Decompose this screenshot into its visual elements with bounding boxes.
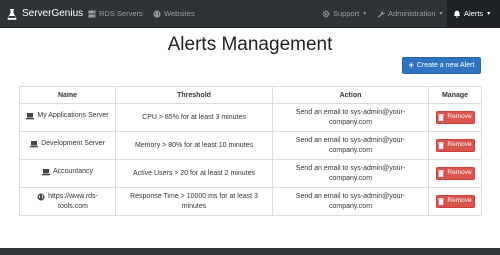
remove-label: Remove	[447, 113, 472, 120]
action-cell: Send an email to sys-admin@your-company.…	[272, 187, 429, 216]
laptop-icon	[30, 141, 39, 148]
wrench-icon	[377, 10, 385, 18]
alert-name: My Applications Server	[37, 112, 109, 119]
action-cell: Send an email to sys-admin@your-company.…	[272, 159, 429, 188]
action-text: company.com	[328, 146, 373, 154]
table-row: Development Server Memory > 80% for at l…	[19, 131, 482, 160]
nav-alerts-label: Alerts	[464, 9, 484, 18]
action-cell: Send an email to sys-admin@your-company.…	[272, 131, 429, 160]
table-row: My Applications Server CPU > 85% for at …	[19, 103, 482, 132]
nav-administration-label: Administration	[388, 9, 436, 18]
nav-alerts[interactable]: Alerts ▾	[447, 0, 500, 27]
remove-label: Remove	[447, 169, 472, 176]
threshold-cell: CPU > 85% for at least 3 minutes	[115, 103, 273, 132]
content-panel: Alerts Management + Create a new Alert N…	[0, 28, 500, 248]
name-cell: My Applications Server	[19, 103, 116, 132]
table-row: Accountancy Active Users > 20 for at lea…	[19, 159, 482, 188]
trash-icon	[438, 141, 445, 149]
action-text: Send an email to sys-admin@your-	[295, 108, 406, 116]
chevron-down-icon: ▾	[363, 11, 367, 17]
alert-name: Development Server	[41, 140, 105, 147]
plus-icon: +	[408, 60, 414, 70]
brand[interactable]: ServerGenius	[6, 6, 83, 21]
threshold-text: minutes	[181, 202, 207, 210]
threshold-cell: Response Time > 10000 ms for at least 3 m…	[115, 187, 273, 216]
name-cell: https://www.rds-tools.com	[19, 187, 116, 216]
flask-icon	[7, 8, 17, 20]
server-icon	[88, 10, 96, 17]
manage-cell: Remove	[428, 159, 482, 188]
column-header-name: Name	[19, 86, 116, 104]
remove-button[interactable]: Remove	[435, 166, 475, 180]
nav-support[interactable]: Support ▾	[322, 0, 366, 27]
trash-icon	[438, 197, 445, 205]
action-text: Send an email to sys-admin@your-	[295, 164, 406, 172]
nav-websites-label: Websites	[164, 9, 195, 18]
nav-websites[interactable]: Websites	[153, 0, 195, 27]
create-alert-button[interactable]: + Create a new Alert	[402, 57, 481, 74]
name-cell: Development Server	[19, 131, 116, 160]
brand-name: ServerGenius	[22, 8, 84, 19]
remove-label: Remove	[447, 141, 472, 148]
trash-icon	[438, 113, 445, 121]
column-header-manage: Manage	[428, 86, 482, 104]
column-header-threshold: Threshold	[115, 86, 273, 104]
manage-cell: Remove	[428, 131, 482, 160]
nav-support-label: Support	[333, 9, 360, 18]
name-cell: Accountancy	[19, 159, 116, 188]
action-cell: Send an email to sys-admin@your-company.…	[272, 103, 429, 132]
trash-icon	[438, 169, 445, 177]
globe-icon	[37, 193, 45, 200]
chevron-down-icon: ▾	[487, 11, 491, 17]
threshold-text: Response Time > 10000 ms for at least 3	[130, 192, 258, 200]
threshold-cell: Memory > 80% for at least 10 minutes	[115, 131, 273, 160]
top-navbar: ServerGenius RDS Servers Websites Suppor…	[0, 0, 500, 28]
page-title: Alerts Management	[167, 34, 333, 55]
manage-cell: Remove	[428, 187, 482, 216]
action-text: Send an email to sys-admin@your-	[295, 192, 406, 200]
remove-button[interactable]: Remove	[435, 194, 475, 208]
action-text: company.com	[328, 118, 373, 126]
laptop-icon	[41, 169, 50, 176]
remove-label: Remove	[447, 197, 472, 204]
nav-rds-servers-label: RDS Servers	[99, 9, 143, 18]
remove-button[interactable]: Remove	[435, 110, 475, 124]
alert-name: https://www.rds-	[48, 192, 98, 200]
table-header-row: Name Threshold Action Manage	[19, 86, 482, 104]
create-alert-label: Create a new Alert	[416, 62, 475, 69]
column-header-action: Action	[272, 86, 429, 104]
chevron-down-icon: ▾	[439, 11, 443, 17]
gear-icon	[322, 10, 330, 17]
nav-administration[interactable]: Administration ▾	[377, 0, 443, 27]
laptop-icon	[26, 113, 35, 120]
nav-rds-servers[interactable]: RDS Servers	[88, 0, 143, 27]
table-row: https://www.rds-tools.com Response Time …	[19, 187, 482, 216]
alerts-table: Name Threshold Action Manage My Applicat…	[19, 86, 482, 216]
alert-name: Accountancy	[52, 168, 94, 175]
remove-button[interactable]: Remove	[435, 138, 475, 152]
action-text: company.com	[328, 174, 373, 182]
manage-cell: Remove	[428, 103, 482, 132]
action-text: company.com	[328, 202, 373, 210]
threshold-cell: Active Users > 20 for at least 2 minutes	[115, 159, 273, 188]
bell-icon	[453, 10, 461, 18]
alert-name: tools.com	[58, 202, 88, 210]
globe-icon	[153, 10, 161, 17]
action-text: Send an email to sys-admin@your-	[295, 136, 406, 144]
